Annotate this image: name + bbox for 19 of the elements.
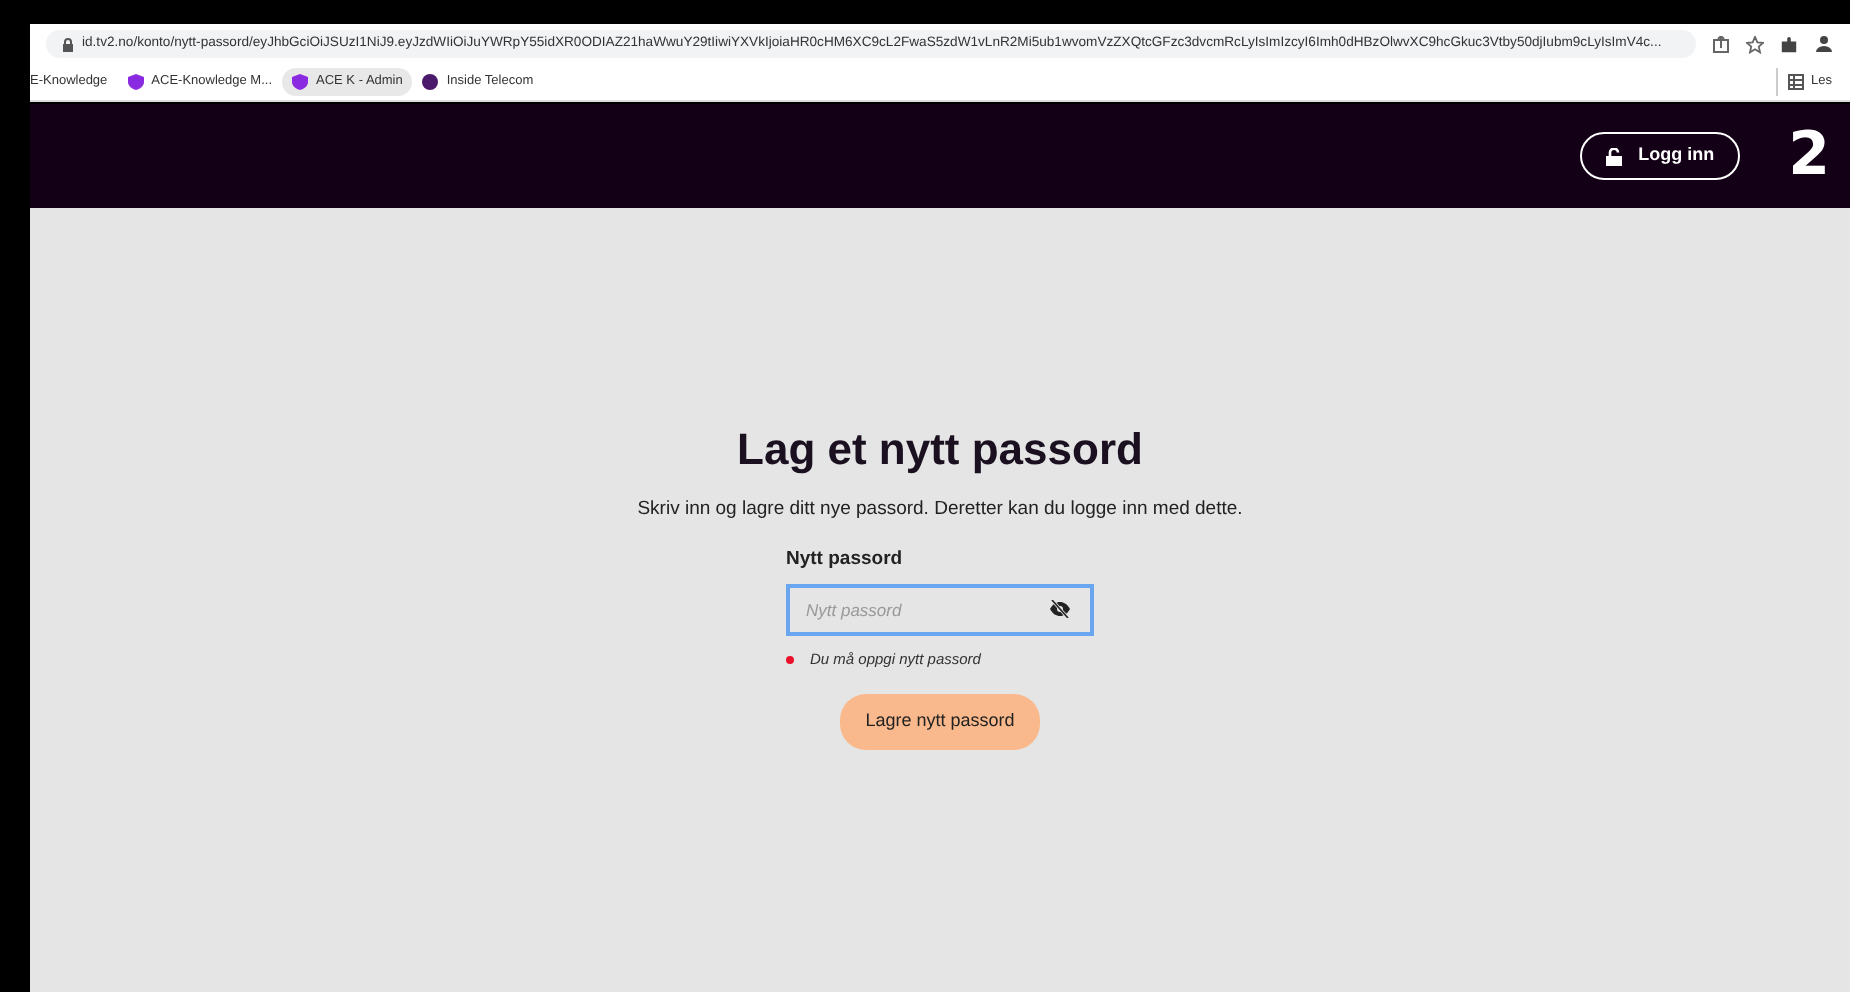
error-dot [786,655,794,664]
login-button[interactable]: Logg inn [1580,132,1741,180]
logo[interactable]: 2 [1788,126,1830,186]
list-icon [1787,74,1804,90]
shield-icon [127,74,144,90]
globe-icon [422,74,439,90]
lock-icon [62,37,74,51]
shield-icon [292,74,309,90]
star-icon[interactable] [1746,35,1764,53]
save-password-button[interactable]: Lagre nytt passord [839,694,1041,750]
page-title: Lag et nytt passord [737,424,1143,477]
password-field[interactable]: Nytt passord [786,583,1094,636]
profile-icon[interactable] [1814,34,1834,54]
description: Skriv inn og lagre ditt nye passord. Deretter kan du logge inn med dette. [637,496,1243,525]
unlocked-icon [1606,147,1623,165]
field-label: Nytt passord [786,545,905,574]
puzzle-icon[interactable] [1780,35,1798,53]
share-icon[interactable] [1712,35,1730,53]
eye-slash-icon[interactable] [1050,600,1070,619]
